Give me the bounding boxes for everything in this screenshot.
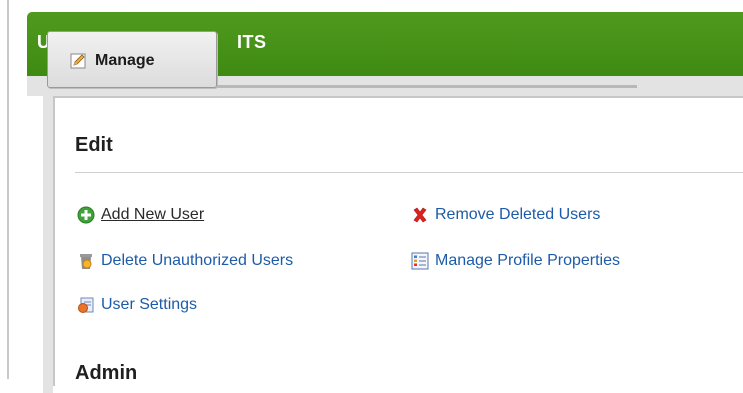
left-edge-rule bbox=[0, 0, 9, 379]
pencil-icon bbox=[70, 53, 86, 69]
user-settings-label: User Settings bbox=[101, 296, 198, 313]
edit-section-divider bbox=[75, 172, 743, 173]
admin-section-heading: Admin bbox=[75, 362, 138, 384]
delete-unauthorized-users-label: Delete Unauthorized Users bbox=[101, 252, 294, 269]
user-settings-icon bbox=[78, 297, 94, 313]
manage-profile-properties-label: Manage Profile Properties bbox=[435, 252, 620, 269]
add-new-user-link[interactable]: Add New User bbox=[77, 206, 204, 224]
edit-section-heading: Edit bbox=[75, 134, 113, 156]
red-x-icon bbox=[413, 207, 427, 223]
manage-panel bbox=[53, 96, 743, 386]
manage-tab-button[interactable]: Manage bbox=[47, 31, 217, 88]
remove-deleted-users-link[interactable]: Remove Deleted Users bbox=[411, 206, 600, 224]
user-settings-link[interactable]: User Settings bbox=[77, 296, 197, 314]
trash-can-icon bbox=[80, 254, 92, 269]
header-under-strip-line bbox=[187, 85, 637, 88]
manage-profile-properties-link[interactable]: Manage Profile Properties bbox=[411, 252, 620, 270]
add-new-user-label: Add New User bbox=[101, 206, 205, 223]
module-title-end: ITS bbox=[237, 32, 267, 52]
add-circle-icon bbox=[77, 206, 95, 224]
delete-unauthorized-users-link[interactable]: Delete Unauthorized Users bbox=[77, 252, 293, 270]
manage-tab-label: Manage bbox=[95, 52, 155, 69]
remove-deleted-users-label: Remove Deleted Users bbox=[435, 206, 601, 223]
profile-list-icon bbox=[411, 252, 429, 270]
